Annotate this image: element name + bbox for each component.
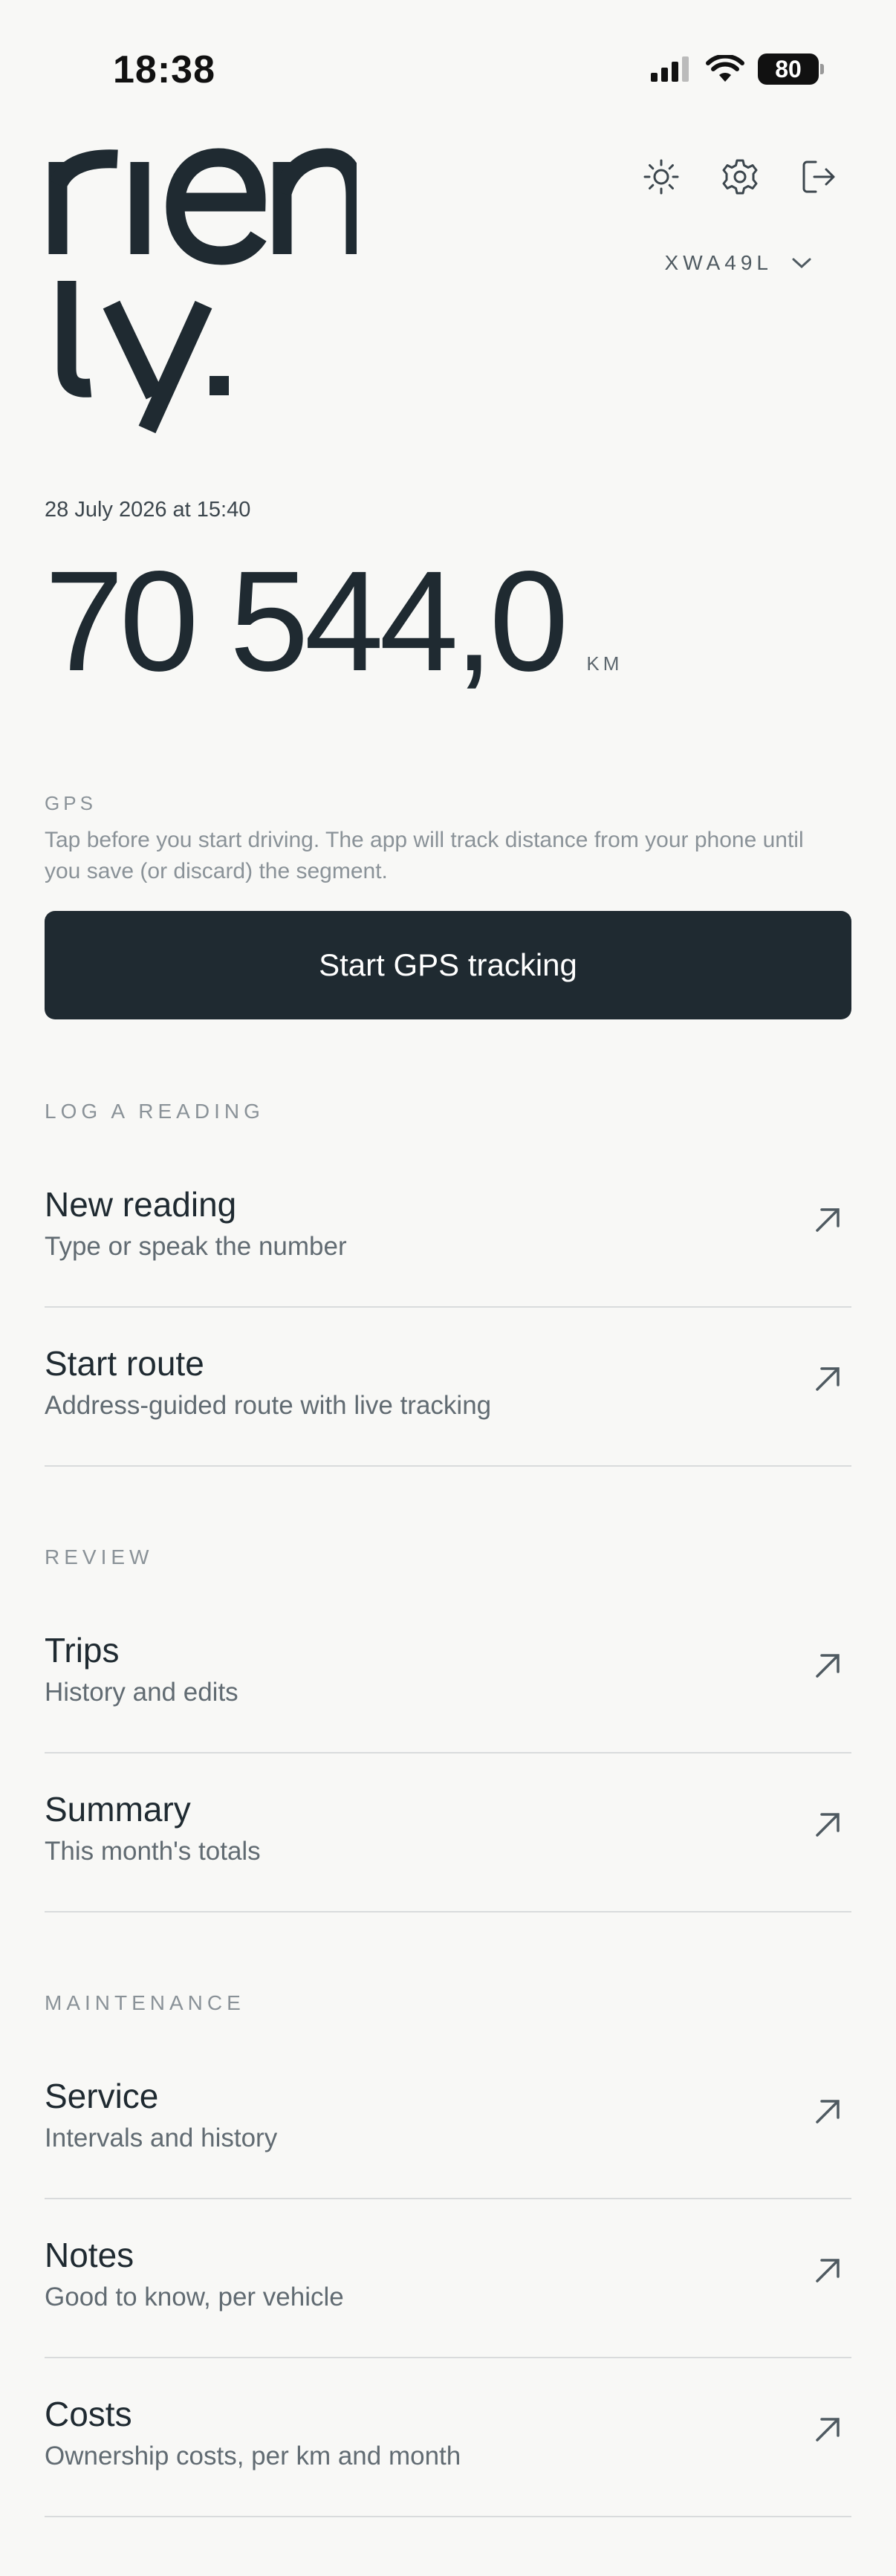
menu-item-subtitle: Intervals and history bbox=[45, 2124, 278, 2152]
arrow-up-right-icon bbox=[816, 1208, 840, 1232]
odometer-unit: KM bbox=[586, 652, 623, 675]
chevron-down-icon bbox=[792, 258, 811, 269]
menu-item-subtitle: Type or speak the number bbox=[45, 1232, 347, 1261]
arrow-up-right-icon bbox=[816, 1654, 840, 1678]
status-icons: 80 bbox=[651, 53, 824, 85]
menu-item-service[interactable]: Service Intervals and history bbox=[45, 2039, 851, 2199]
header-actions bbox=[640, 156, 840, 198]
vehicle-selector[interactable]: XWA49L bbox=[665, 251, 813, 275]
arrow-up-right-icon bbox=[816, 1813, 840, 1837]
battery-indicator: 80 bbox=[758, 53, 824, 85]
sun-icon bbox=[643, 159, 679, 195]
start-gps-tracking-button[interactable]: Start GPS tracking bbox=[45, 911, 851, 1019]
battery-level: 80 bbox=[775, 55, 802, 82]
odometer-display: 70 544,0 KM bbox=[45, 550, 623, 692]
theme-toggle-button[interactable] bbox=[640, 156, 682, 198]
cellular-signal-icon bbox=[651, 56, 689, 82]
menu-item-title: Trips bbox=[45, 1631, 120, 1670]
section-label-maintenance: MAINTENANCE bbox=[45, 1991, 245, 2014]
section-label-log: LOG A READING bbox=[45, 1100, 264, 1123]
arrow-up-right-icon bbox=[816, 2418, 840, 2442]
menu-item-title: Service bbox=[45, 2077, 159, 2115]
odometer-value: 70 544,0 bbox=[45, 541, 568, 701]
gps-description: Tap before you start driving. The app wi… bbox=[45, 828, 804, 883]
gps-section-label: GPS bbox=[45, 792, 97, 814]
settings-gear-icon bbox=[722, 159, 758, 195]
settings-button[interactable] bbox=[719, 156, 761, 198]
menu-item-title: Start route bbox=[45, 1344, 204, 1383]
menu-item-subtitle: Address-guided route with live tracking bbox=[45, 1391, 492, 1420]
menu-item-subtitle: Ownership costs, per km and month bbox=[45, 2442, 461, 2470]
menu-item-subtitle: Good to know, per vehicle bbox=[45, 2283, 344, 2311]
menu-item-subtitle: This month's totals bbox=[45, 1837, 261, 1866]
menu-item-title: Notes bbox=[45, 2236, 134, 2274]
section-label-review: REVIEW bbox=[45, 1545, 154, 1568]
arrow-up-right-icon bbox=[816, 2259, 840, 2283]
menu-item-title: Costs bbox=[45, 2395, 132, 2433]
menu-item-new-reading[interactable]: New reading Type or speak the number bbox=[45, 1147, 851, 1308]
menu-item-notes[interactable]: Notes Good to know, per vehicle bbox=[45, 2198, 851, 2358]
wifi-icon bbox=[706, 55, 744, 82]
app-logo bbox=[48, 148, 357, 434]
menu-item-trips[interactable]: Trips History and edits bbox=[45, 1593, 851, 1753]
menu-item-title: New reading bbox=[45, 1185, 237, 1224]
menu-item-costs[interactable]: Costs Ownership costs, per km and month bbox=[45, 2357, 851, 2517]
menu-item-summary[interactable]: Summary This month's totals bbox=[45, 1752, 851, 1912]
menu-item-subtitle: History and edits bbox=[45, 1678, 238, 1707]
menu-item-start-route[interactable]: Start route Address-guided route with li… bbox=[45, 1306, 851, 1467]
status-time: 18:38 bbox=[113, 48, 215, 91]
arrow-up-right-icon bbox=[816, 2100, 840, 2124]
logout-icon bbox=[802, 160, 835, 193]
arrow-up-right-icon bbox=[816, 1367, 840, 1391]
vehicle-id: XWA49L bbox=[664, 251, 773, 274]
menu-item-title: Summary bbox=[45, 1790, 191, 1829]
logout-button[interactable] bbox=[798, 156, 840, 198]
reading-timestamp: 28 July 2026 at 15:40 bbox=[45, 498, 251, 522]
